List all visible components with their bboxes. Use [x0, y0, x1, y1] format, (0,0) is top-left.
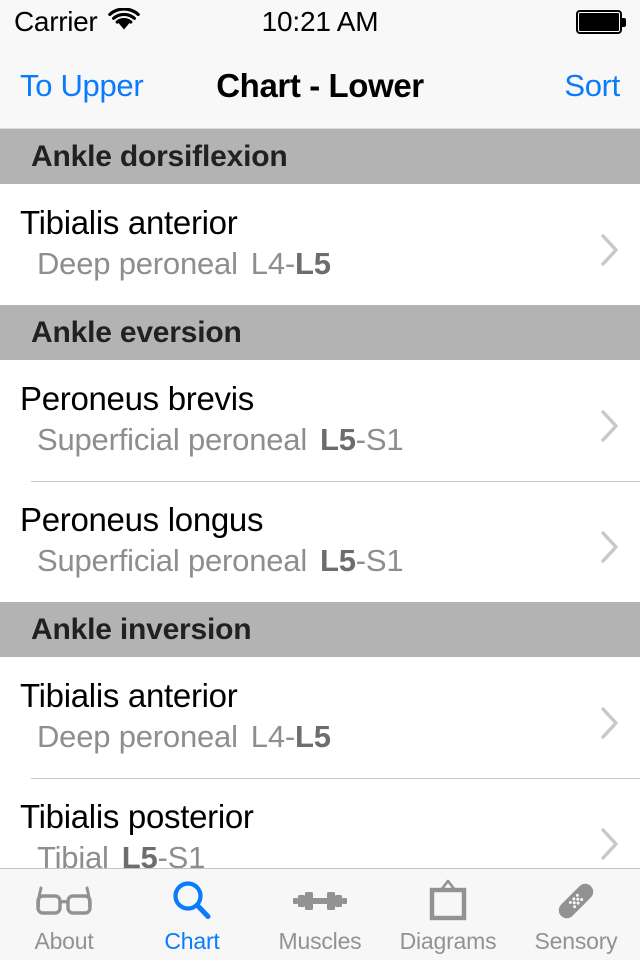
muscle-row[interactable]: Tibialis anterior Deep peroneal L4-L5 — [0, 184, 640, 305]
tab-sensory[interactable]: Sensory — [512, 869, 640, 960]
root-suffix: -S1 — [355, 543, 404, 578]
nerve-and-root: Deep peroneal L4-L5 — [20, 243, 580, 284]
tab-chart[interactable]: Chart — [128, 869, 256, 960]
chevron-right-icon — [580, 220, 640, 280]
muscle-name: Tibialis anterior — [20, 677, 238, 714]
row-text: Peroneus longus Superficial peroneal L5-S1 — [0, 499, 580, 581]
bandage-icon — [553, 879, 599, 923]
chevron-right-icon — [580, 693, 640, 753]
root-primary: L5 — [295, 719, 331, 754]
nerve-root-label: L5-S1 — [320, 543, 404, 578]
muscle-row[interactable]: Peroneus brevis Superficial peroneal L5-S1 — [0, 360, 640, 481]
nerve-label: Deep peroneal — [37, 719, 238, 754]
section-header: Ankle eversion — [0, 305, 640, 360]
navigation-bar: To Upper Chart - Lower Sort — [0, 44, 640, 129]
row-text: Tibialis anterior Deep peroneal L4-L5 — [0, 202, 580, 284]
root-primary: L5 — [320, 543, 356, 578]
picture-frame-icon — [424, 879, 472, 923]
back-to-upper-button[interactable]: To Upper — [20, 68, 144, 104]
tab-label: Diagrams — [399, 927, 497, 954]
status-bar: Carrier 10:21 AM — [0, 0, 640, 44]
root-primary: L5 — [320, 422, 356, 457]
tab-label: About — [34, 927, 94, 954]
root-primary: L5 — [295, 246, 331, 281]
chevron-right-icon — [580, 517, 640, 577]
nerve-and-root: Superficial peroneal L5-S1 — [20, 419, 580, 460]
muscle-name: Tibialis posterior — [20, 798, 254, 835]
row-text: Tibialis anterior Deep peroneal L4-L5 — [0, 675, 580, 757]
section-header: Ankle inversion — [0, 602, 640, 657]
tab-label: Muscles — [278, 927, 362, 954]
chevron-right-icon — [580, 396, 640, 456]
muscle-name: Peroneus brevis — [20, 380, 254, 417]
sort-button[interactable]: Sort — [564, 68, 620, 104]
glasses-icon — [34, 879, 94, 923]
nerve-root-label: L4-L5 — [251, 246, 331, 281]
nerve-and-root: Deep peroneal L4-L5 — [20, 716, 580, 757]
muscle-name: Peroneus longus — [20, 501, 264, 538]
app-screen: Carrier 10:21 AM To Upper Chart - Lower … — [0, 0, 640, 960]
carrier-label: Carrier — [14, 6, 98, 37]
nerve-label: Deep peroneal — [37, 246, 238, 281]
section-header: Ankle dorsiflexion — [0, 129, 640, 184]
muscle-row[interactable]: Tibialis anterior Deep peroneal L4-L5 — [0, 657, 640, 778]
status-bar-left: Carrier — [14, 6, 141, 38]
nerve-label: Superficial peroneal — [37, 543, 308, 578]
tab-bar: About Chart Muscles Diagrams Sensory — [0, 868, 640, 960]
tab-label: Chart — [164, 927, 220, 954]
nerve-root-label: L5-S1 — [320, 422, 404, 457]
tab-about[interactable]: About — [0, 869, 128, 960]
tab-muscles[interactable]: Muscles — [256, 869, 384, 960]
muscle-row[interactable]: Peroneus longus Superficial peroneal L5-S1 — [0, 481, 640, 602]
nerve-and-root: Superficial peroneal L5-S1 — [20, 540, 580, 581]
dumbbell-icon — [291, 879, 349, 923]
tab-label: Sensory — [534, 927, 618, 954]
chevron-right-icon — [580, 814, 640, 874]
root-prefix: L4- — [250, 719, 295, 754]
magnifier-icon — [170, 879, 214, 923]
muscle-name: Tibialis anterior — [20, 204, 238, 241]
tab-diagrams[interactable]: Diagrams — [384, 869, 512, 960]
nerve-label: Superficial peroneal — [37, 422, 308, 457]
root-suffix: -S1 — [355, 422, 404, 457]
nerve-root-label: L4-L5 — [251, 719, 331, 754]
battery-full-icon — [576, 10, 626, 34]
row-text: Peroneus brevis Superficial peroneal L5-S1 — [0, 378, 580, 460]
muscle-chart-list[interactable]: Ankle dorsiflexion Tibialis anterior Deep … — [0, 129, 640, 960]
root-prefix: L4- — [250, 246, 295, 281]
row-text: Tibialis posterior Tibial L5-S1 — [0, 796, 580, 878]
status-bar-right — [576, 10, 626, 34]
wifi-icon — [107, 7, 141, 37]
